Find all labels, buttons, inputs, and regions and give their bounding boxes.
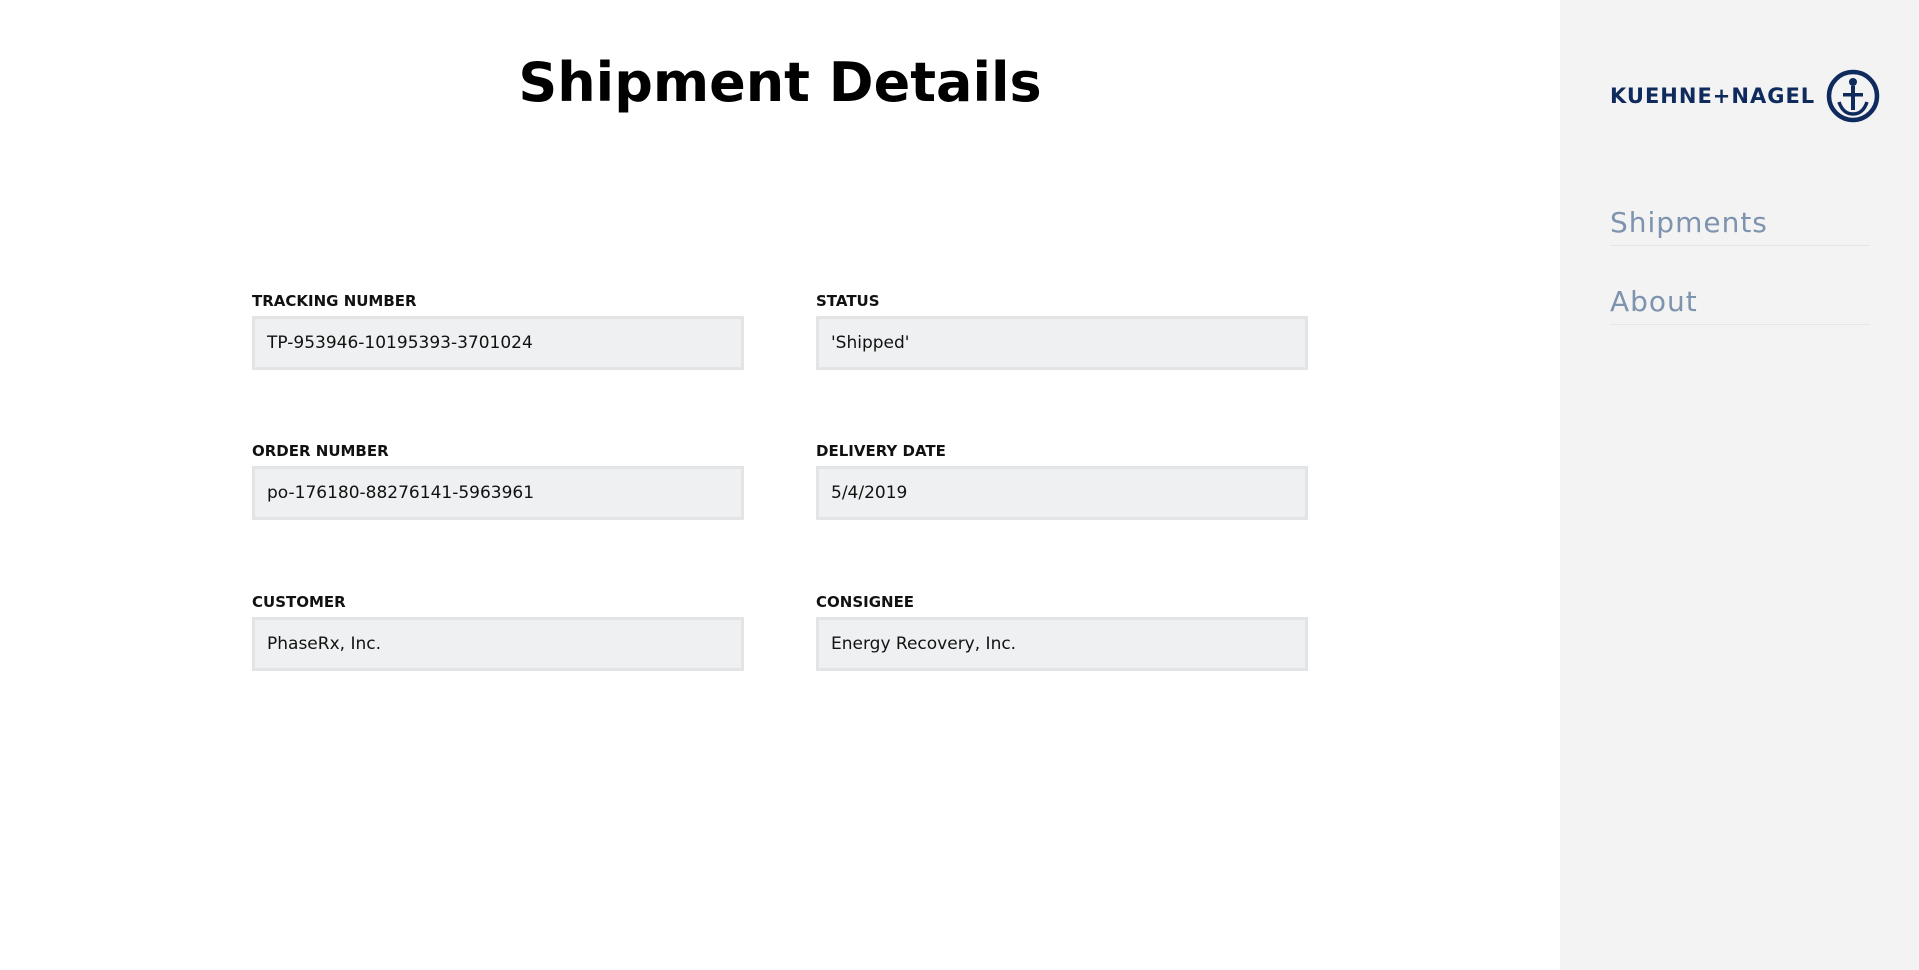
delivery-date-input[interactable]	[816, 466, 1308, 520]
tracking-number-label: TRACKING NUMBER	[252, 292, 417, 310]
page-title: Shipment Details	[518, 51, 1042, 114]
main-content: Shipment Details TRACKING NUMBER STATUS …	[0, 0, 1560, 970]
customer-field-group: CUSTOMER	[252, 593, 744, 671]
logo-text: KUEHNE+NAGEL	[1610, 84, 1816, 108]
consignee-input[interactable]	[816, 617, 1308, 671]
sidebar: KUEHNE+NAGEL Shipments About	[1560, 0, 1919, 970]
status-label: STATUS	[816, 292, 880, 310]
tracking-number-field-group: TRACKING NUMBER	[252, 292, 744, 370]
status-field-group: STATUS	[816, 292, 1308, 370]
anchor-icon	[1826, 69, 1880, 123]
nav-item-about[interactable]: About	[1610, 282, 1870, 325]
sidebar-nav: Shipments About	[1610, 203, 1870, 325]
delivery-date-label: DELIVERY DATE	[816, 442, 946, 460]
company-logo[interactable]: KUEHNE+NAGEL	[1610, 68, 1881, 124]
order-number-input[interactable]	[252, 466, 744, 520]
consignee-label: CONSIGNEE	[816, 593, 915, 611]
order-number-label: ORDER NUMBER	[252, 442, 389, 460]
order-number-field-group: ORDER NUMBER	[252, 442, 744, 520]
tracking-number-input[interactable]	[252, 316, 744, 370]
customer-input[interactable]	[252, 617, 744, 671]
status-input[interactable]	[816, 316, 1308, 370]
delivery-date-field-group: DELIVERY DATE	[816, 442, 1308, 520]
nav-item-shipments[interactable]: Shipments	[1610, 203, 1870, 246]
consignee-field-group: CONSIGNEE	[816, 593, 1308, 671]
customer-label: CUSTOMER	[252, 593, 346, 611]
page: Shipment Details TRACKING NUMBER STATUS …	[0, 0, 1919, 970]
